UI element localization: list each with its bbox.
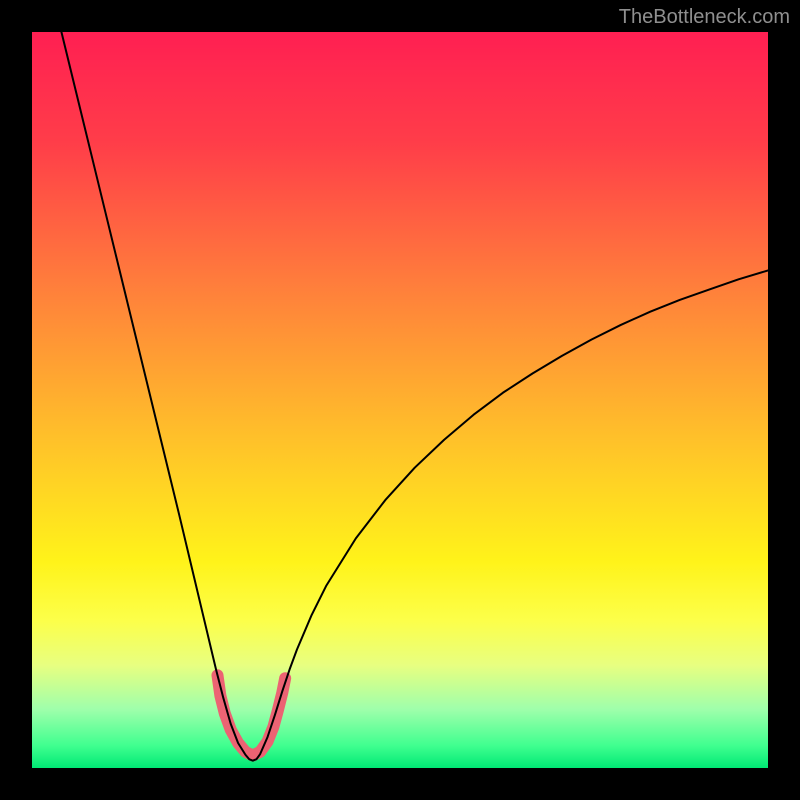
plot-area [32, 32, 768, 768]
bottleneck-curve-path [61, 32, 768, 761]
watermark-text: TheBottleneck.com [619, 6, 790, 29]
curve-layer [32, 32, 768, 768]
chart-frame: TheBottleneck.com [0, 0, 800, 800]
